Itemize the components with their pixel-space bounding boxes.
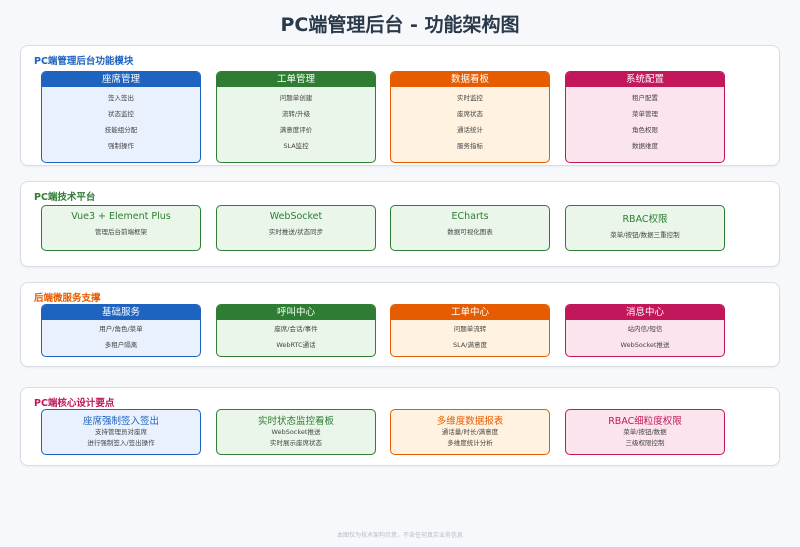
module-card-dashboard[interactable]: 数据看板 实时监控 座席状态 通话统计 服务指标 [390, 71, 550, 163]
design-card-force-signin[interactable]: 座席强制签入签出 支持管理员对座席 进行强制签入/签出操作 [41, 409, 201, 455]
service-card-header: 工单中心 [391, 305, 549, 320]
service-item: WebSocket推送 [620, 341, 670, 349]
services-section-title: 后端微服务支撑 [34, 293, 101, 304]
module-item: 问题单创建 [279, 94, 313, 102]
module-item: SLA监控 [283, 142, 309, 150]
design-card-line: 支持管理员对座席 [95, 428, 147, 436]
module-item: 状态监控 [108, 110, 134, 118]
module-item: 数据维度 [632, 142, 658, 150]
module-card-config[interactable]: 系统配置 租户配置 菜单管理 角色权限 数据维度 [565, 71, 725, 163]
design-card-realtime[interactable]: 实时状态监控看板 WebSocket推送 实时展示座席状态 [216, 409, 376, 455]
service-item: 问题单流转 [453, 325, 487, 333]
tech-card-title: ECharts [451, 211, 489, 222]
tech-card-title: Vue3 + Element Plus [71, 211, 171, 222]
tech-card-title: WebSocket [269, 211, 323, 222]
service-card-call[interactable]: 呼叫中心 座席/会话/事件 WebRTC通话 [216, 304, 376, 357]
design-card-report[interactable]: 多维度数据报表 通话量/时长/满意度 多维度统计分析 [390, 409, 550, 455]
design-section-title: PC端核心设计要点 [34, 398, 115, 409]
tech-card-echarts[interactable]: ECharts 数据可视化图表 [390, 205, 550, 251]
tech-card-websocket[interactable]: WebSocket 实时推送/状态同步 [216, 205, 376, 251]
service-card-base[interactable]: 基础服务 用户/角色/菜单 多租户隔离 [41, 304, 201, 357]
design-card-line: 三级权限控制 [625, 439, 665, 447]
module-card-header: 工单管理 [217, 72, 375, 87]
service-item: 站内信/短信 [627, 325, 663, 333]
service-item: WebRTC通话 [276, 341, 316, 349]
design-card-title: 座席强制签入签出 [82, 416, 159, 427]
design-section: PC端核心设计要点 座席强制签入签出 支持管理员对座席 进行强制签入/签出操作 … [20, 387, 780, 466]
modules-section: PC端管理后台功能模块 座席管理 签入签出 状态监控 技能组分配 强制操作 工单… [20, 45, 780, 166]
services-section: 后端微服务支撑 基础服务 用户/角色/菜单 多租户隔离 呼叫中心 座席/会话/事… [20, 282, 780, 367]
design-card-line: 通话量/时长/满意度 [441, 428, 499, 436]
tech-card-rbac[interactable]: RBAC权限 菜单/按钮/数据三重控制 [565, 205, 725, 251]
module-item: 流转/升级 [281, 110, 311, 118]
module-card-ticket[interactable]: 工单管理 问题单创建 流转/升级 满意度评价 SLA监控 [216, 71, 376, 163]
page-title: PC端管理后台 - 功能架构图 [280, 14, 520, 36]
module-card-header: 座席管理 [42, 72, 200, 87]
design-card-rbac[interactable]: RBAC细粒度权限 菜单/按钮/数据 三级权限控制 [565, 409, 725, 455]
module-item: 通话统计 [457, 126, 483, 134]
modules-section-title: PC端管理后台功能模块 [34, 56, 134, 67]
design-card-line: 多维度统计分析 [447, 439, 493, 447]
service-item: 多租户隔离 [104, 341, 138, 349]
tech-card-vue[interactable]: Vue3 + Element Plus 管理后台前端框架 [41, 205, 201, 251]
tech-section: PC端技术平台 Vue3 + Element Plus 管理后台前端框架 Web… [20, 181, 780, 267]
service-card-ticket[interactable]: 工单中心 问题单流转 SLA/满意度 [390, 304, 550, 357]
module-card-seat[interactable]: 座席管理 签入签出 状态监控 技能组分配 强制操作 [41, 71, 201, 163]
design-card-title: 多维度数据报表 [436, 416, 504, 427]
module-item: 技能组分配 [104, 126, 138, 134]
service-card-header: 消息中心 [566, 305, 724, 320]
tech-card-desc: 菜单/按钮/数据三重控制 [610, 231, 680, 239]
module-item: 服务指标 [457, 142, 483, 150]
service-card-header: 基础服务 [42, 305, 200, 320]
module-item: 强制操作 [108, 142, 134, 150]
service-card-message[interactable]: 消息中心 站内信/短信 WebSocket推送 [565, 304, 725, 357]
module-item: 签入签出 [108, 94, 134, 102]
module-item: 租户配置 [632, 94, 658, 102]
tech-section-title: PC端技术平台 [34, 192, 96, 203]
tech-card-desc: 实时推送/状态同步 [268, 228, 324, 236]
module-card-header: 系统配置 [566, 72, 724, 87]
module-item: 满意度评价 [279, 126, 313, 134]
module-item: 菜单管理 [632, 110, 658, 118]
service-item: 用户/角色/菜单 [99, 325, 143, 333]
service-card-header: 呼叫中心 [217, 305, 375, 320]
module-item: 座席状态 [457, 110, 483, 118]
tech-card-title: RBAC权限 [622, 214, 668, 225]
design-card-line: WebSocket推送 [271, 428, 321, 436]
design-card-line: 进行强制签入/签出操作 [87, 439, 155, 447]
tech-card-desc: 数据可视化图表 [447, 228, 493, 236]
service-item: 座席/会话/事件 [274, 325, 318, 333]
design-card-line: 实时展示座席状态 [270, 439, 322, 447]
service-item: SLA/满意度 [452, 341, 488, 349]
design-card-title: 实时状态监控看板 [257, 416, 334, 427]
tech-card-desc: 管理后台前端框架 [95, 228, 147, 236]
footer-note: 本图仅为技术架构示意，不含任何真实业务信息 [336, 532, 463, 539]
design-card-line: 菜单/按钮/数据 [623, 428, 667, 436]
module-item: 实时监控 [457, 94, 483, 102]
design-card-title: RBAC细粒度权限 [608, 416, 682, 427]
module-item: 角色权限 [632, 126, 658, 134]
module-card-header: 数据看板 [391, 72, 549, 87]
